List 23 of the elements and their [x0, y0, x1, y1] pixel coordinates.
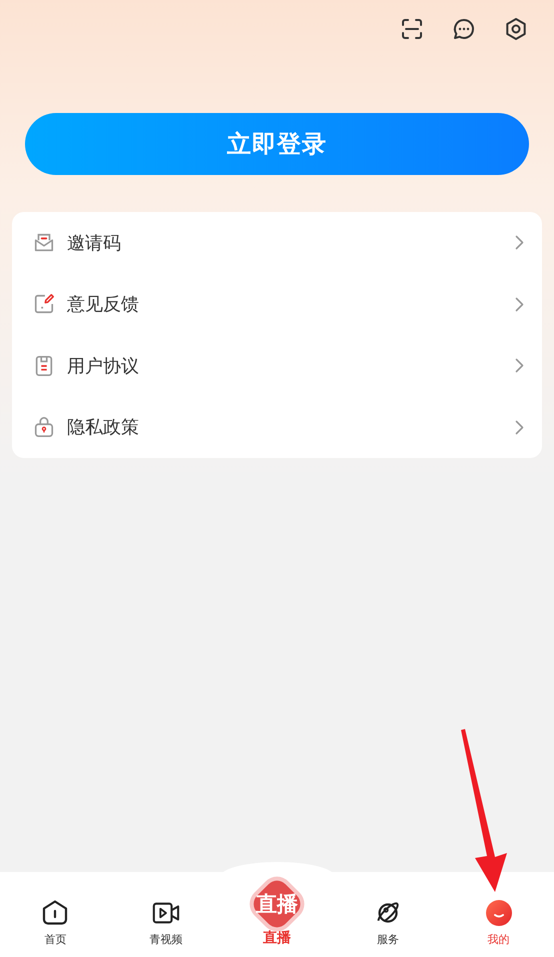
menu-item[interactable]: 意见反馈: [67, 292, 503, 316]
edit-icon: [33, 293, 55, 316]
scan-icon[interactable]: [400, 17, 424, 41]
live-badge: 直播: [250, 878, 303, 930]
settings-icon[interactable]: [504, 17, 528, 41]
menu-item[interactable]: 用户协议: [67, 354, 503, 378]
menu-item[interactable]: 邀请码: [67, 230, 503, 255]
nav-tab[interactable]: 首页: [0, 899, 111, 947]
menu-item[interactable]: 隐私政策: [67, 415, 503, 440]
home-icon: [41, 899, 70, 927]
nav-tab[interactable]: 服务: [332, 899, 444, 947]
nav-tab[interactable]: 青视频: [110, 899, 222, 947]
document-icon: [33, 354, 55, 377]
chevron-right-icon: [515, 235, 524, 250]
chevron-right-icon: [515, 358, 524, 374]
lock-icon: [33, 416, 55, 438]
chat-icon[interactable]: [452, 17, 476, 41]
live-tab[interactable]: 直播 直播: [222, 878, 332, 947]
smile-avatar-icon: [484, 899, 513, 927]
nav-tab[interactable]: 我的: [443, 899, 554, 947]
envelope-icon: [33, 232, 55, 254]
chevron-right-icon: [515, 420, 524, 435]
chevron-right-icon: [515, 296, 524, 312]
